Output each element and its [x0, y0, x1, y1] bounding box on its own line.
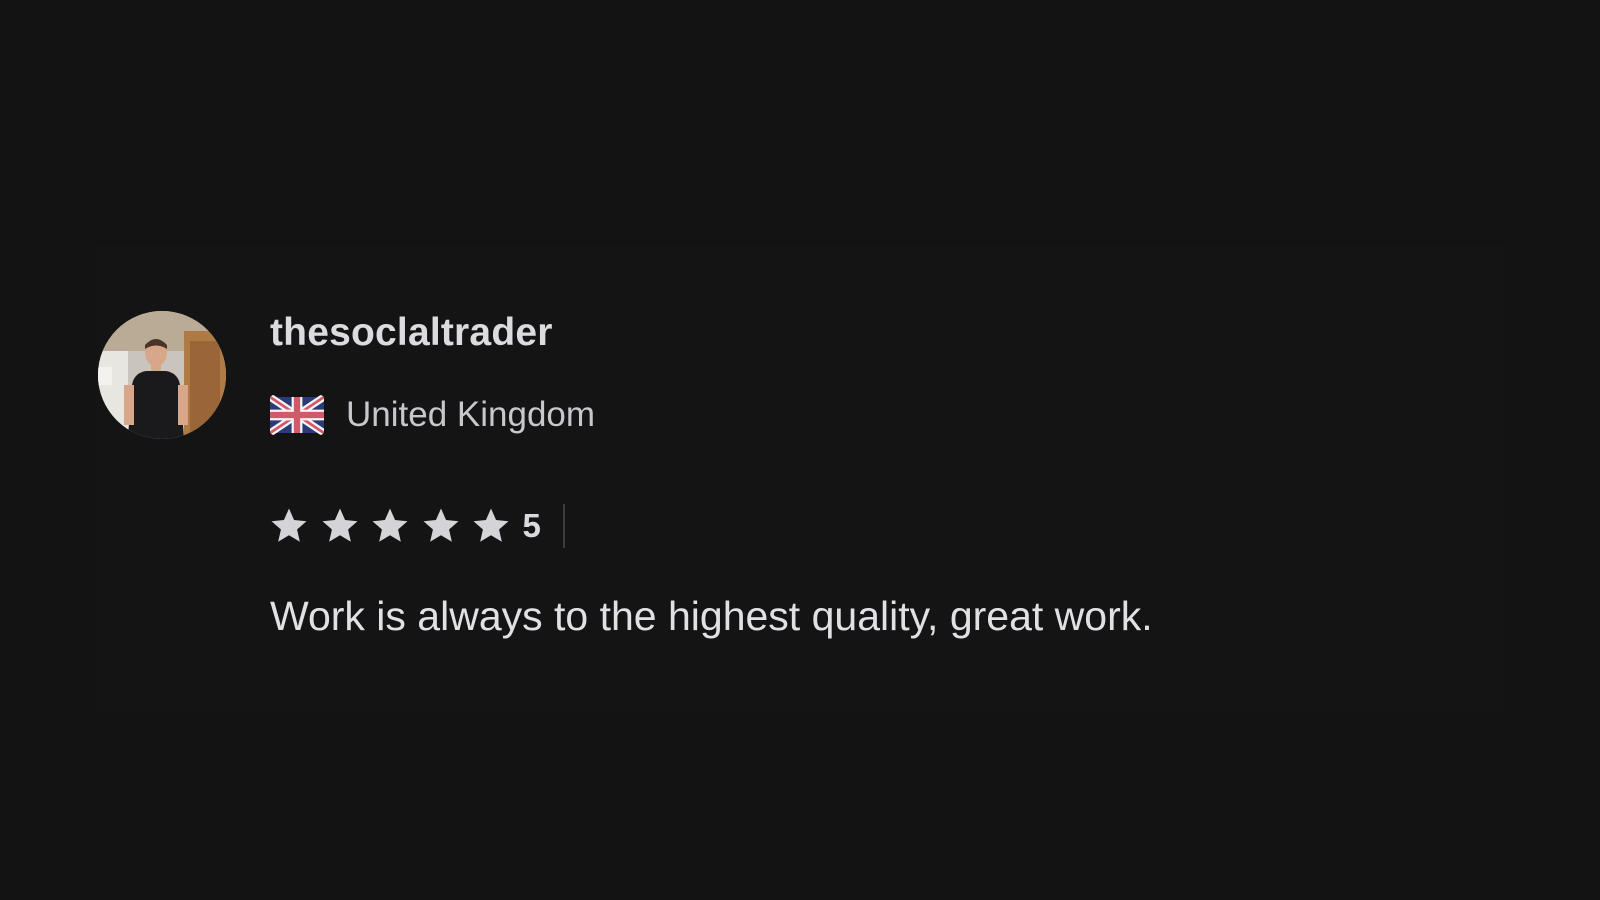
- star-icon: [369, 505, 411, 547]
- star-icon: [319, 505, 361, 547]
- rating-value: 5: [522, 507, 541, 544]
- user-avatar[interactable]: [98, 311, 226, 439]
- star-icon: [268, 505, 310, 547]
- username[interactable]: thesoclaltrader: [270, 311, 553, 355]
- uk-flag-icon: [270, 395, 324, 435]
- divider: [562, 504, 565, 548]
- country-row: United Kingdom: [270, 392, 595, 438]
- review-text: Work is always to the highest quality, g…: [270, 593, 1153, 639]
- star-icon: [420, 505, 462, 547]
- star-icon: [470, 505, 512, 547]
- rating-row: 5: [268, 503, 565, 549]
- country-label: United Kingdom: [346, 395, 596, 434]
